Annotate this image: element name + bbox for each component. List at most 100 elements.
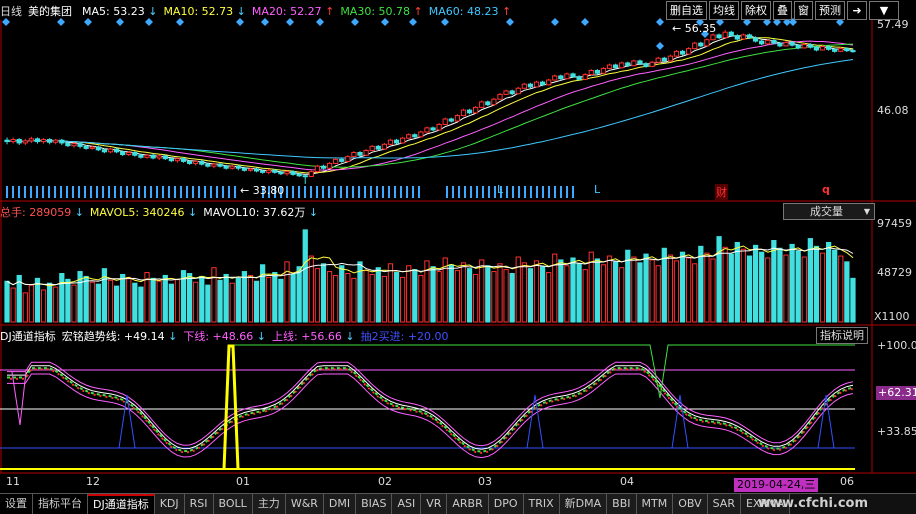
candle-body <box>211 163 217 167</box>
volume-bar <box>844 261 850 323</box>
volume-bar <box>466 268 473 323</box>
candle-body <box>120 151 126 156</box>
candle-body <box>387 139 394 145</box>
ex-rights-button[interactable]: 除权 <box>741 1 771 20</box>
tab-main-force[interactable]: 主力 <box>252 494 286 514</box>
signal-tick <box>180 186 182 198</box>
volume-bar <box>722 246 728 323</box>
x-label-02: 02 <box>378 475 392 488</box>
tab-arbr[interactable]: ARBR <box>447 494 489 514</box>
stock-chart-window: 日线 美的集团 MA5: 53.23 ↓ MA10: 52.73 ↓ MA20:… <box>0 0 916 514</box>
tab-wr[interactable]: W&R <box>285 494 324 514</box>
volume-bar <box>193 281 199 323</box>
tab-indicator-platform[interactable]: 指标平台 <box>33 494 88 514</box>
candle-body <box>132 152 138 156</box>
candle-body <box>789 41 795 46</box>
signal-tick <box>406 186 408 198</box>
tab-rsi[interactable]: RSI <box>184 494 214 514</box>
candle-body <box>71 143 77 147</box>
signal-tick <box>174 186 176 198</box>
signal-tick <box>346 186 348 198</box>
signal-tick <box>316 186 318 198</box>
signal-tick <box>216 186 218 198</box>
volume-bar <box>728 253 734 323</box>
finance-marker[interactable]: 财 <box>715 184 728 200</box>
candle-body <box>473 106 479 114</box>
volume-bar <box>832 249 838 323</box>
chart-canvas[interactable] <box>0 0 916 514</box>
candle-body <box>588 69 594 76</box>
volume-bar <box>600 264 607 323</box>
volume-bar <box>418 274 424 323</box>
main-legend: 日线 美的集团 MA5: 53.23 ↓ MA10: 52.73 ↓ MA20:… <box>0 2 517 20</box>
chevron-down-icon: ▼ <box>863 207 870 216</box>
signal-tick <box>120 186 122 198</box>
signal-tick <box>566 186 568 198</box>
tab-settings[interactable]: 设置 <box>0 494 33 514</box>
candle-body <box>320 165 327 169</box>
candle-body <box>503 90 509 95</box>
volume-bar <box>28 284 35 323</box>
candle-body <box>308 171 314 177</box>
tab-bias[interactable]: BIAS <box>356 494 393 514</box>
signal-tick <box>192 186 194 198</box>
candle-body <box>801 44 807 49</box>
signal-tick <box>572 186 574 198</box>
candle-body <box>722 31 728 39</box>
candle-body <box>47 139 53 143</box>
candle-body <box>193 160 199 164</box>
tab-mtm[interactable]: MTM <box>636 494 674 514</box>
candle-body <box>174 158 181 162</box>
volume-indicator-select[interactable]: 成交量 ▼ <box>783 203 875 220</box>
volume-bar <box>716 236 722 323</box>
volume-bar <box>576 263 582 323</box>
window-button[interactable]: 窗 <box>794 1 813 20</box>
moving-average-button[interactable]: 均线 <box>709 1 739 20</box>
overlay-button[interactable]: 叠 <box>773 1 792 20</box>
tab-asi[interactable]: ASI <box>392 494 422 514</box>
volume-bar <box>546 272 552 323</box>
candle-body <box>734 35 740 40</box>
candle-body <box>278 171 284 175</box>
volume-bar <box>454 270 461 323</box>
tab-bbi[interactable]: BBI <box>607 494 637 514</box>
tab-dpo[interactable]: DPO <box>488 494 524 514</box>
volume-bar <box>673 260 680 323</box>
candle-body <box>509 90 515 95</box>
candle-body <box>527 83 534 88</box>
ma5-label: MA5: 53.23 ↓ <box>82 4 158 18</box>
signal-tick <box>340 186 342 198</box>
candle-body <box>448 118 454 122</box>
buy-line-label: 抽2买进: +20.00 <box>360 330 449 343</box>
tab-boll[interactable]: BOLL <box>213 494 253 514</box>
signal-tick <box>370 186 372 198</box>
indicator-help-button[interactable]: 指标说明 <box>816 327 868 344</box>
exit-arrow-icon[interactable]: ➜ <box>847 1 867 20</box>
tab-sar[interactable]: SAR <box>707 494 741 514</box>
volume-bar <box>120 273 126 323</box>
candle-body <box>272 169 278 173</box>
tab-new-dma[interactable]: 新DMA <box>559 494 608 514</box>
forecast-button[interactable]: 预测 <box>815 1 845 20</box>
volume-bar <box>631 256 637 323</box>
tab-kdj[interactable]: KDJ <box>154 494 185 514</box>
tab-vr[interactable]: VR <box>421 494 448 514</box>
candle-body <box>716 34 722 39</box>
tab-obv[interactable]: OBV <box>673 494 708 514</box>
candle-body <box>241 167 248 171</box>
signal-tick <box>358 186 360 198</box>
ma60-label: MA60: 48.23 ↑ <box>428 4 512 18</box>
volume-bar <box>320 263 327 323</box>
period-label: 日线 <box>0 5 22 18</box>
tab-dj-channel[interactable]: DJ通道指标 <box>88 494 155 514</box>
tab-trix[interactable]: TRIX <box>523 494 560 514</box>
candle-body <box>850 50 856 53</box>
remove-watchlist-button[interactable]: 删自选 <box>666 1 707 20</box>
tab-dmi[interactable]: DMI <box>323 494 357 514</box>
green-step-line <box>230 344 855 399</box>
candle-body <box>77 143 83 147</box>
candle-body <box>180 158 187 162</box>
volume-bar <box>819 252 826 323</box>
volume-bar <box>399 276 406 323</box>
candle-body <box>838 48 844 52</box>
